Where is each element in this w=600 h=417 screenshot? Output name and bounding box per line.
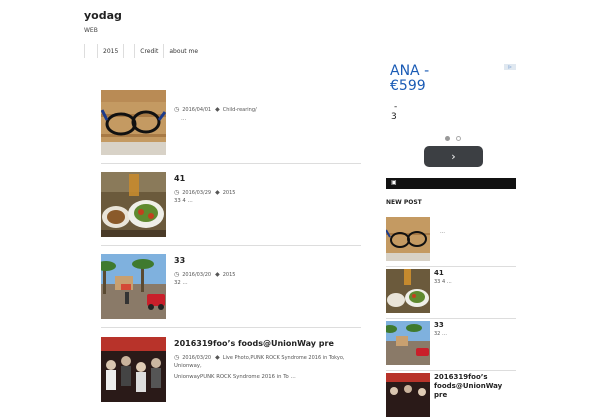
divider — [101, 327, 361, 328]
tag-icon: ◆ — [215, 271, 220, 278]
nav-item-2015[interactable]: 2015 — [98, 48, 123, 55]
post-category[interactable]: Live Photo,PUNK ROCK Syndrome 2016 in To… — [223, 355, 345, 361]
clock-icon: ◷ — [174, 106, 180, 113]
post-thumbnail-food[interactable] — [101, 172, 166, 237]
new-post-item: … — [386, 217, 516, 267]
new-post-thumbnail-live-crowd[interactable] — [386, 373, 430, 417]
post-thumbnail-street[interactable] — [101, 254, 166, 319]
post-meta: ◷ 2016/03/20 ◆ 2015 — [174, 271, 235, 278]
site-title[interactable]: yodag — [84, 9, 122, 22]
post-title[interactable]: 2016319foo’s foods@UnionWay pre — [174, 339, 364, 348]
post-meta: ◷ 2016/04/01 ◆ Child-rearing/ — [174, 106, 257, 113]
new-post-item: 2016319foo’s foods@UnionWay pre — [386, 373, 516, 417]
divider — [101, 163, 361, 164]
new-post-item: 33 32 … — [386, 321, 516, 371]
carousel-dot-active[interactable] — [445, 136, 450, 141]
post-meta: ◷ 2016/03/20 ◆ Live Photo,PUNK ROCK Synd… — [174, 354, 344, 361]
divider — [386, 318, 516, 319]
post-title[interactable]: 33 — [174, 256, 364, 265]
nav-separator — [123, 44, 125, 58]
clock-icon: ◷ — [174, 189, 180, 196]
post-thumbnail-glasses[interactable] — [101, 90, 166, 155]
tag-icon: ◆ — [215, 354, 220, 361]
nav-item-credit[interactable]: Credit — [135, 48, 163, 55]
divider — [101, 245, 361, 246]
nav-separator — [84, 44, 85, 58]
next-arrow-button[interactable]: › — [424, 146, 483, 167]
clock-icon: ◷ — [174, 271, 180, 278]
new-post-excerpt: 32 … — [434, 331, 447, 337]
new-post-title[interactable]: 2016319foo’s foods@UnionWay pre — [434, 373, 514, 400]
post-title[interactable]: 41 — [174, 174, 364, 183]
post-thumbnail-live-crowd[interactable] — [101, 337, 166, 402]
post-excerpt: … — [181, 116, 187, 122]
post-item: 33 ◷ 2016/03/20 ◆ 2015 32 … — [101, 254, 364, 328]
site-description: WEB — [84, 27, 98, 34]
post-meta: ◷ 2016/03/29 ◆ 2015 — [174, 189, 235, 196]
new-post-title[interactable]: 33 — [434, 321, 514, 330]
post-item: 41 ◷ 2016/03/29 ◆ 2015 33 4 … — [101, 172, 364, 246]
post-excerpt: UnionwayPUNK ROCK Syndrome 2016 in To … — [174, 374, 296, 380]
sidebar-bar: ▣ — [386, 178, 516, 189]
post-category[interactable]: Child-rearing/ — [223, 107, 257, 113]
ad-banner[interactable]: ▷ ANA - €599 - 3 › — [386, 62, 518, 170]
post-item: 2016319foo’s foods@UnionWay pre ◷ 2016/0… — [101, 337, 361, 402]
ad-text-line: - — [394, 102, 398, 112]
post-date: 2016/03/29 — [182, 189, 212, 196]
tag-icon: ◆ — [215, 189, 220, 196]
post-excerpt: 32 … — [174, 280, 188, 286]
post-category[interactable]: 2015 — [223, 190, 236, 196]
new-post-excerpt: 33 4 … — [434, 279, 452, 285]
carousel-dot[interactable] — [456, 136, 461, 141]
divider — [386, 370, 516, 371]
post-date: 2016/03/20 — [182, 271, 212, 278]
new-post-thumbnail-glasses[interactable] — [386, 217, 430, 261]
ad-choices-icon[interactable]: ▷ — [504, 64, 516, 70]
post-date: 2016/04/01 — [182, 106, 212, 113]
post-date: 2016/03/20 — [182, 354, 212, 361]
tag-icon: ◆ — [215, 106, 220, 113]
post-item: ◷ 2016/04/01 ◆ Child-rearing/ … — [101, 90, 361, 164]
new-post-thumbnail-food[interactable] — [386, 269, 430, 313]
new-post-title[interactable]: 41 — [434, 269, 514, 278]
new-post-excerpt: … — [440, 229, 445, 235]
rss-icon[interactable]: ▣ — [391, 179, 397, 186]
ad-text-line: 3 — [391, 112, 397, 122]
post-excerpt: 33 4 … — [174, 198, 193, 204]
new-post-heading: NEW POST — [386, 199, 422, 206]
ad-headline[interactable]: ANA - €599 — [390, 64, 429, 94]
new-post-thumbnail-street[interactable] — [386, 321, 430, 365]
divider — [386, 266, 516, 267]
new-post-item: 41 33 4 … — [386, 269, 516, 319]
post-category[interactable]: 2015 — [223, 272, 236, 278]
global-nav: 2015 Credit about me — [84, 43, 203, 59]
clock-icon: ◷ — [174, 354, 180, 361]
nav-item-about-me[interactable]: about me — [164, 48, 203, 55]
post-category-continued[interactable]: Unionway, — [174, 361, 364, 372]
